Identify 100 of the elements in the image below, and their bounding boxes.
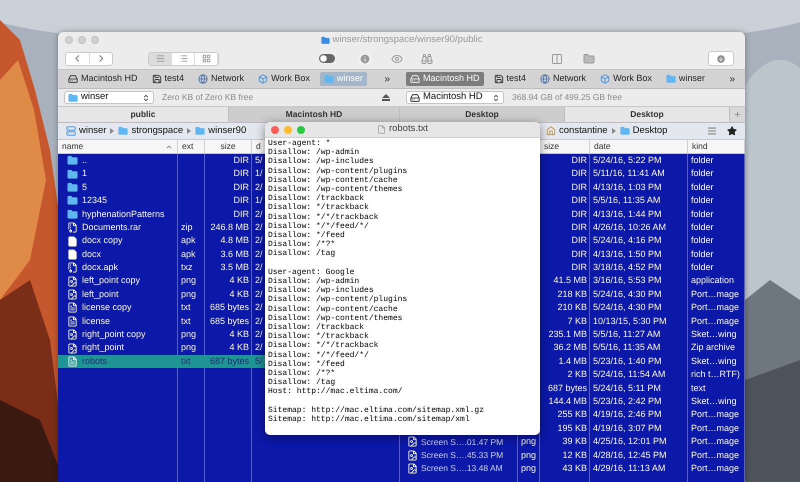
document-icon (67, 236, 78, 247)
cell-text: folder (691, 261, 714, 274)
tab[interactable]: Desktop (565, 107, 730, 122)
cell-text: 2/ (255, 328, 263, 342)
image-file-icon (67, 342, 78, 354)
path-item[interactable]: Desktop (620, 124, 668, 138)
cell-text: DIR (572, 248, 587, 261)
box-icon (600, 74, 610, 84)
cell-text: 4 KB (229, 341, 249, 354)
folder-icon (620, 126, 630, 136)
cell-text: folder (691, 220, 714, 234)
updown-icon (142, 94, 150, 102)
path-item[interactable]: winser90 (195, 124, 246, 138)
cell-text: Port…mage (691, 422, 740, 435)
cell-text: Port…mage (691, 462, 740, 475)
cell-text: 2/ (255, 301, 263, 314)
columns-icon[interactable] (551, 52, 563, 64)
info-icon[interactable] (359, 52, 371, 64)
file-row[interactable]: Screen S….13.48 AM png 43 KB 4/29/16, 11:13 AM Port…mage (400, 462, 745, 476)
binoculars-icon[interactable] (421, 52, 433, 64)
folder-icon (68, 92, 78, 102)
favorite-item[interactable]: Network (194, 72, 248, 86)
cell-text: 2/ (255, 288, 263, 301)
column-header[interactable]: date (590, 140, 687, 153)
tab[interactable]: public (58, 107, 229, 122)
cell-text: 36.2 MB (553, 341, 587, 354)
column-header[interactable]: name (58, 140, 177, 153)
cell-text: left_point copy (82, 274, 140, 288)
cell-text: 210 KB (557, 301, 587, 314)
column-header[interactable]: kind (688, 140, 744, 153)
zoom-button[interactable] (297, 126, 305, 134)
tab[interactable]: Desktop (400, 107, 565, 122)
more-button[interactable]: » (725, 72, 739, 86)
favorite-item[interactable]: winser (662, 72, 709, 86)
column-header[interactable]: size (540, 140, 589, 153)
tab[interactable]: Macintosh HD (229, 107, 400, 122)
column-header[interactable]: ext (178, 140, 204, 153)
view-button[interactable] (172, 52, 195, 64)
image-file-icon (67, 289, 78, 300)
more-button[interactable]: » (380, 72, 394, 86)
favorite-item[interactable]: Work Box (254, 72, 314, 86)
cell-text: png (521, 462, 536, 475)
updown-icon (492, 94, 500, 102)
cell-text: 4/13/16, 1:50 PM (593, 248, 662, 261)
cell-text: txt (181, 314, 191, 328)
cell-text: 2/ (255, 208, 263, 221)
cell-text: 7 KB (567, 314, 587, 328)
text-file-icon (67, 316, 78, 327)
cell-text: 2/ (255, 261, 263, 274)
file-row[interactable]: Screen S….01.47 PM png 39 KB 4/25/16, 12:01 PM Port…mage (400, 435, 745, 449)
favorite-item[interactable]: Macintosh HD (406, 72, 484, 86)
favorite-item[interactable]: Macintosh HD (64, 72, 142, 86)
folder-icon (67, 195, 78, 206)
cell-text: Screen S….01.47 PM (421, 436, 504, 448)
folder-icon[interactable] (583, 52, 595, 64)
path-item[interactable]: constantine (546, 124, 608, 138)
cell-text: 2/ (255, 314, 263, 328)
path-item[interactable]: winser (66, 124, 106, 138)
cell-text: 3/18/16, 4:52 PM (593, 261, 662, 274)
cell-text: Screen S….13.48 AM (421, 462, 503, 476)
text-line: Disallow: */*/feed/*/ (268, 222, 370, 231)
drive-dropdown[interactable]: winser (64, 91, 154, 104)
close-button[interactable] (271, 126, 279, 134)
cell-text: 5/5/16, 11:27 AM (593, 328, 660, 342)
eject-icon[interactable] (382, 94, 390, 101)
download-icon (716, 54, 726, 64)
text-line: Host: http://mac.eltima.com/ (268, 387, 404, 397)
text-line: Disallow: /*?* (268, 240, 336, 250)
cell-text: 4/29/16, 11:13 AM (593, 462, 666, 475)
download-button[interactable] (708, 51, 734, 66)
cell-text: Documents.rar (82, 220, 142, 234)
star-icon[interactable] (727, 126, 737, 136)
favorite-item[interactable]: test4 (148, 72, 188, 86)
favorite-item[interactable]: test4 (490, 72, 530, 86)
box-icon (258, 74, 268, 84)
cell-text: 1 (82, 167, 88, 180)
column-header[interactable]: size (205, 140, 251, 153)
hard-drive-icon (68, 74, 78, 84)
cell-text: folder (691, 167, 714, 180)
minimize-button[interactable] (284, 126, 292, 134)
view-button[interactable] (149, 52, 172, 64)
toggle-icon[interactable] (319, 54, 335, 63)
cell-text: Sket…wing (691, 328, 737, 342)
cell-text: rich t…RTF) (691, 368, 740, 382)
cell-text: right_point copy (82, 328, 146, 342)
eye-icon[interactable] (391, 52, 403, 64)
file-row[interactable]: Screen S….45.33 PM png 12 KB 4/28/16, 12:45 PM Port…mage (400, 448, 745, 462)
list-icon[interactable] (707, 126, 717, 136)
drive-dropdown[interactable]: Macintosh HD (406, 91, 504, 104)
free-space-label: 368.94 GB of 499.25 GB free (512, 91, 622, 104)
cell-text: DIR (572, 208, 587, 221)
favorite-item[interactable]: Work Box (596, 72, 656, 86)
cell-text: 12 KB (562, 448, 587, 462)
cell-text: 1/ (255, 167, 263, 180)
path-item[interactable]: strongspace (118, 124, 184, 138)
view-button[interactable] (195, 52, 218, 64)
globe-icon (540, 74, 550, 84)
cell-text: DIR (234, 180, 249, 194)
favorite-item[interactable]: Network (536, 72, 590, 86)
cell-text: license copy (82, 301, 132, 314)
